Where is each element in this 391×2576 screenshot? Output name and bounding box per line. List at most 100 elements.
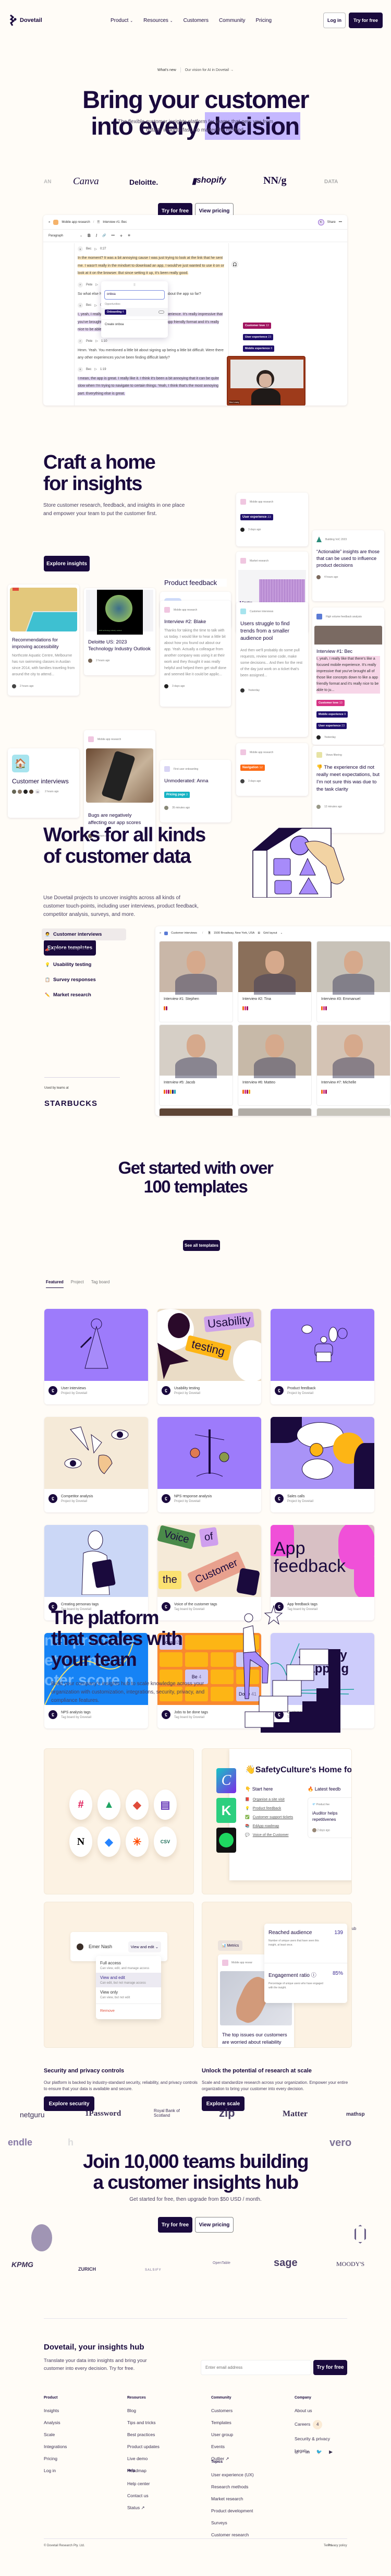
login-button[interactable]: Log in (323, 13, 346, 28)
access-remove[interactable]: Remove (96, 2003, 161, 2017)
breadcrumb-doc[interactable]: 1500 Broadway, New York, USA (214, 932, 254, 935)
insight-card[interactable]: Building VoC 2023 “Actionable” insights … (312, 530, 384, 601)
insight-card[interactable]: Recommendations for improving accessibil… (8, 585, 79, 696)
hub-link[interactable]: 📕 Organise a site visit (245, 1797, 297, 1802)
footer-link[interactable]: Events (211, 2444, 233, 2449)
footer-link[interactable]: Log in (44, 2468, 67, 2473)
expand-sidebar-icon[interactable]: » (160, 932, 161, 935)
tag-chip[interactable]: Mobile experience 8 (243, 345, 275, 352)
play-icon[interactable]: ▷ (94, 247, 97, 251)
breadcrumb-project[interactable]: Customer interviews (171, 932, 197, 935)
see-all-templates-button[interactable]: See all templates (183, 1240, 220, 1251)
create-tag-option[interactable]: Create onboa (101, 319, 168, 329)
add-icon[interactable]: + (120, 233, 123, 238)
italic-icon[interactable]: I (96, 233, 97, 238)
project-card[interactable]: 🏠 Customer interviews 33 2 hours ago (8, 748, 79, 818)
tag-option[interactable]: Onboarding 4 (101, 308, 168, 316)
interview-card[interactable]: Interview #3: Emmanuel (316, 941, 390, 1022)
timestamp[interactable]: 0:27 (100, 247, 106, 251)
latest-card[interactable]: 💎 Product fee iAuditor helps repetitiven… (308, 1797, 351, 1838)
footer-link[interactable]: Insights (44, 2408, 67, 2413)
footer-link[interactable]: Pricing (44, 2456, 67, 2461)
user-avatar[interactable]: K (317, 219, 324, 225)
hub-link[interactable]: 💬 Voice of the Customer (245, 1833, 297, 1837)
insight-card[interactable]: First user onboarding Unmoderated: Anna … (160, 760, 231, 822)
footer-link[interactable]: Tips and tricks (127, 2420, 160, 2425)
access-option[interactable]: Full access Can view, edit, and manage ac… (96, 1958, 161, 1973)
footer-link[interactable]: Scale (44, 2432, 67, 2437)
interview-card[interactable]: Interview #10: Rachel (238, 1108, 312, 1116)
hub-link[interactable]: 💡 Product feedback (245, 1806, 297, 1810)
insight-card[interactable]: Mobile app research User experience 23 3… (236, 493, 308, 546)
footer-link[interactable]: Contact us (127, 2493, 150, 2498)
footer-link[interactable]: Customer research (211, 2532, 254, 2537)
footer-link[interactable]: Integrations (44, 2444, 67, 2449)
info-icon[interactable]: ⓘ (311, 1973, 316, 1978)
insight-card[interactable]: High volume feedback analysis Interview … (312, 607, 384, 745)
footer-link[interactable]: Research methods (211, 2484, 254, 2489)
hub-link[interactable]: 📚 EdApp roadmap (245, 1824, 297, 1828)
template-tab[interactable]: Project (71, 1280, 84, 1288)
timestamp[interactable]: 1:19 (100, 368, 106, 371)
youtube-icon[interactable]: ▶ (329, 2449, 333, 2455)
template-card[interactable]: ʢ User interviews Project by Dovetail (44, 1309, 148, 1404)
explore-insights-button[interactable]: Explore insights (44, 556, 90, 571)
drag-handle-icon[interactable]: ⠿ (101, 283, 168, 287)
nav-customers[interactable]: Customers (184, 18, 209, 23)
share-button[interactable]: Share (327, 221, 336, 224)
tag-chip[interactable]: Customer love 13 (243, 323, 271, 329)
transcript-text[interactable]: I mean, the app is great. I really like … (78, 375, 226, 398)
access-select[interactable]: View and edit ⌄ (128, 1941, 161, 1952)
data-type-item[interactable]: 📋 Survey responses (42, 974, 126, 986)
footer-link[interactable]: Status ↗ (127, 2505, 150, 2511)
layout-select[interactable]: Grid layout (263, 932, 277, 935)
interview-card[interactable]: Interview #9: Samantha (159, 1108, 233, 1116)
breadcrumb-doc[interactable]: Interview #1: Bec (103, 221, 127, 224)
tag-chip[interactable]: User experience 23 (316, 723, 347, 729)
play-icon[interactable]: ▷ (95, 339, 98, 343)
announcement-link[interactable]: Our vision for AI in Dovetail (185, 68, 229, 72)
toggle-switch[interactable] (158, 311, 164, 314)
data-type-item[interactable]: ✏️ Market research (42, 989, 126, 1001)
template-card[interactable]: ʢ Sales calls Project by Dovetail (271, 1417, 374, 1512)
nav-community[interactable]: Community (219, 18, 246, 23)
template-card[interactable]: ʢ Creating personas tags Tag board by Dove… (44, 1525, 148, 1620)
footer-link[interactable]: Security & privacy (295, 2436, 330, 2441)
data-type-item[interactable]: 📣 Product feedback (42, 944, 126, 956)
footer-link[interactable]: User experience (UX) (211, 2472, 254, 2477)
interview-card[interactable]: Interview #7: Michelle (316, 1024, 390, 1106)
interview-card[interactable]: Interview #5: Jacob (159, 1024, 233, 1106)
insight-card[interactable]: 2023 technology industry outlook Deloitt… (84, 588, 155, 675)
interview-card[interactable]: Interview #6: Matteo (238, 1024, 312, 1106)
footer-link[interactable]: Customers (211, 2408, 233, 2413)
interview-card[interactable]: Interview #2: Tina (238, 941, 312, 1022)
template-card[interactable]: ʢ NPS response analysis Project by Dovetai… (157, 1417, 261, 1512)
play-icon[interactable]: ▷ (94, 367, 97, 371)
tag-chip[interactable]: Customer love 13 (316, 700, 345, 706)
twitter-icon[interactable]: 🐦 (316, 2449, 322, 2455)
footer-try-button[interactable]: Try for free (313, 2360, 347, 2375)
transcript-text[interactable]: Hmm. Yeah. You mentioned a little bit ab… (78, 347, 226, 362)
brand[interactable]: Dovetail (9, 15, 42, 26)
hub-link[interactable]: ✅ Customer support tickets (245, 1815, 297, 1819)
footer-link[interactable]: Templates (211, 2420, 233, 2425)
tag-chip[interactable]: Mobile experience 8 (316, 711, 348, 718)
magic-icon[interactable]: ✲ (128, 234, 130, 237)
access-option[interactable]: View and edit Can edit, but not manage ac… (96, 1973, 161, 1987)
footer-link[interactable]: Analysis (44, 2420, 67, 2425)
template-tab[interactable]: Featured (46, 1280, 64, 1288)
headphones-icon[interactable]: 🎧 (231, 261, 238, 268)
interview-card[interactable]: Interview #1: Stephen (159, 941, 233, 1022)
breadcrumb-project[interactable]: Mobile app research (62, 221, 90, 224)
footer-link[interactable]: Surveys (211, 2520, 254, 2525)
metrics-chip[interactable]: 📊 Metrics (218, 1940, 243, 1951)
linkedin-icon[interactable]: in (306, 2449, 310, 2455)
tag-chip[interactable]: User experience 23 (243, 334, 274, 340)
footer-link[interactable]: Live demo (127, 2456, 160, 2461)
more-format-icon[interactable]: ••• (112, 234, 115, 237)
play-icon[interactable]: ▷ (95, 283, 98, 287)
data-type-item[interactable]: 🧑‍💼 Customer interviews (42, 928, 126, 940)
announcement-bar[interactable]: What's new Our vision for AI in Dovetail… (0, 67, 391, 73)
nav-try-button[interactable]: Try for free (349, 13, 383, 28)
nav-pricing[interactable]: Pricing (256, 18, 272, 23)
